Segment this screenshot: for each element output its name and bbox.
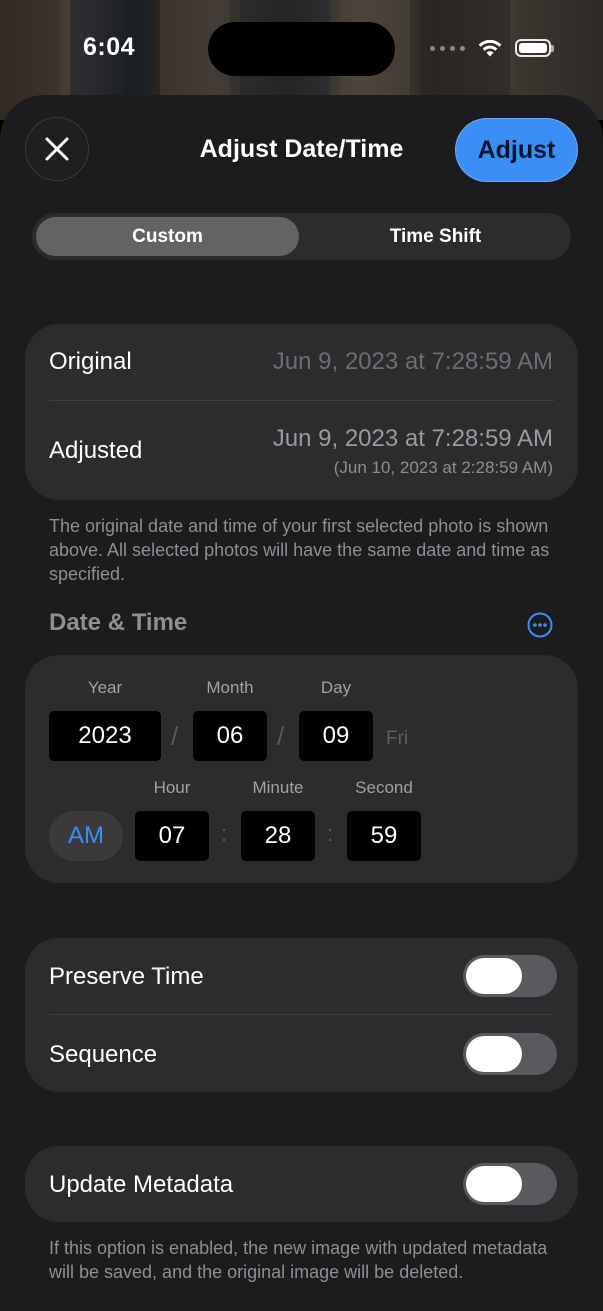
second-label: Second <box>355 778 413 797</box>
metadata-caption: If this option is enabled, the new image… <box>49 1238 548 1282</box>
more-options-icon[interactable] <box>527 612 553 638</box>
status-bar: 6:04 <box>0 0 603 95</box>
battery-icon <box>515 39 554 57</box>
month-field[interactable]: 06 <box>193 711 267 761</box>
time-separator: : <box>221 821 228 846</box>
options-card: Preserve Time Sequence <box>25 938 578 1092</box>
weekday-label: Fri <box>386 728 409 749</box>
update-metadata-label: Update Metadata <box>49 1171 234 1198</box>
mode-segmented-control: Custom Time Shift <box>32 213 571 260</box>
year-field[interactable]: 2023 <box>49 711 161 761</box>
status-indicators <box>430 38 554 58</box>
adjust-button[interactable]: Adjust <box>455 118 578 182</box>
date-separator: / <box>171 721 179 751</box>
divider <box>49 400 554 401</box>
adjusted-value: Jun 9, 2023 at 7:28:59 AM <box>272 425 553 452</box>
adjust-date-sheet: Adjust Date/Time Adjust Custom Time Shif… <box>0 95 603 1311</box>
sequence-toggle[interactable] <box>463 1033 557 1075</box>
adjusted-label: Adjusted <box>49 437 143 464</box>
adjusted-sub-value: (Jun 10, 2023 at 2:28:59 AM) <box>333 458 553 477</box>
day-field[interactable]: 09 <box>299 711 373 761</box>
dates-caption: The original date and time of your first… <box>49 516 550 584</box>
minute-label: Minute <box>252 778 304 797</box>
screen: 6:04 Adjust Date/Time Adjust Custom Time… <box>0 0 603 1311</box>
original-value: Jun 9, 2023 at 7:28:59 AM <box>272 348 553 375</box>
segment-time-shift[interactable]: Time Shift <box>304 217 567 256</box>
segment-custom[interactable]: Custom <box>36 217 299 256</box>
year-label: Year <box>87 678 123 697</box>
day-label: Day <box>320 678 352 697</box>
date-time-card: Year Month Day 2023 / 06 / 09 Fri Hour M… <box>25 655 578 883</box>
date-time-section-title: Date & Time <box>49 609 188 636</box>
dates-card: Original Jun 9, 2023 at 7:28:59 AM Adjus… <box>25 324 578 500</box>
second-field[interactable]: 59 <box>347 811 421 861</box>
am-pm-button[interactable]: AM <box>49 811 123 861</box>
time-separator: : <box>327 821 334 846</box>
preserve-time-label: Preserve Time <box>49 963 204 990</box>
metadata-card: Update Metadata <box>25 1146 578 1222</box>
original-label: Original <box>49 348 132 375</box>
cellular-signal-icon <box>430 45 465 51</box>
hour-label: Hour <box>153 778 191 797</box>
status-time: 6:04 <box>83 33 136 61</box>
month-label: Month <box>206 678 254 697</box>
update-metadata-toggle[interactable] <box>463 1163 557 1205</box>
hour-field[interactable]: 07 <box>135 811 209 861</box>
dynamic-island <box>208 22 395 76</box>
divider <box>49 1014 554 1015</box>
minute-field[interactable]: 28 <box>241 811 315 861</box>
sequence-label: Sequence <box>49 1041 158 1068</box>
preserve-time-toggle[interactable] <box>463 955 557 997</box>
wifi-icon <box>478 39 502 57</box>
date-separator: / <box>277 721 285 751</box>
